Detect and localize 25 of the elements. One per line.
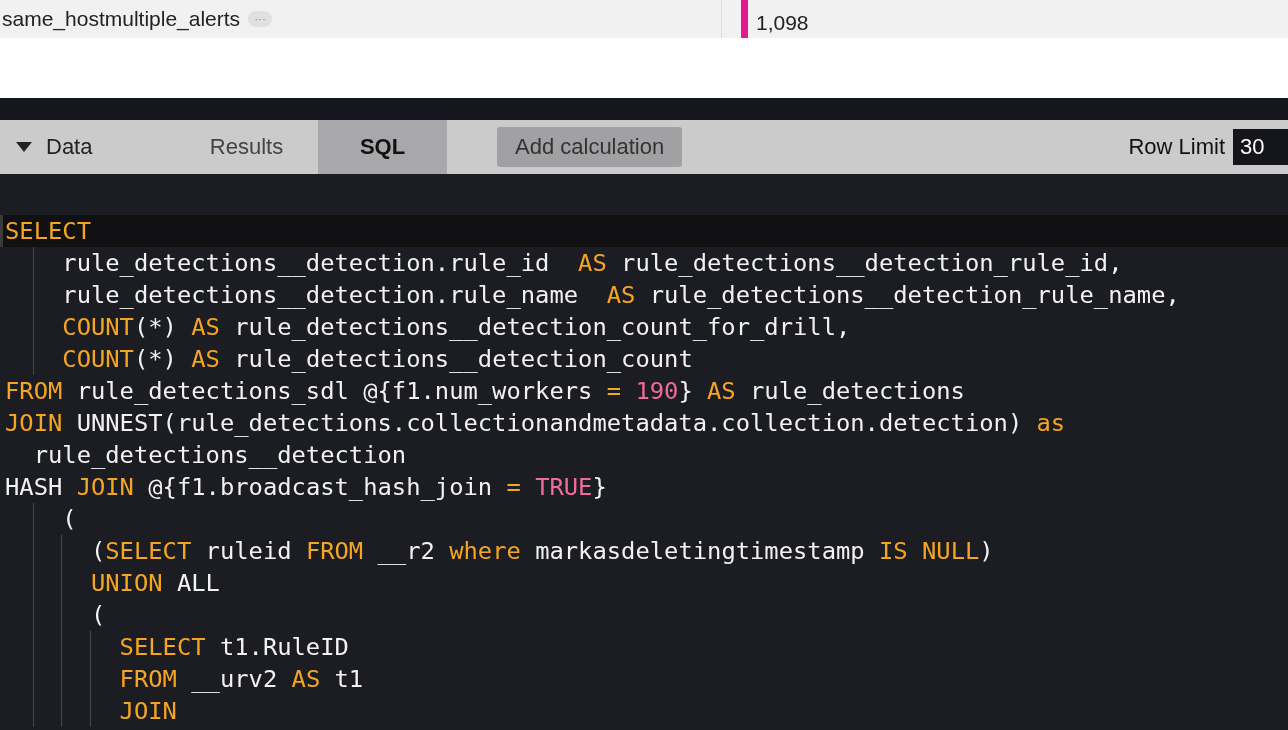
code-line: ( [3,503,1288,535]
measure-value: 1,098 [756,10,809,35]
code-line: SELECT t1.RuleID [3,631,1288,663]
caret-icon [16,142,32,152]
code-line: COUNT(*) AS rule_detections__detection_count_for_drill, [3,311,1288,343]
code-line: ( [3,599,1288,631]
row-limit-field[interactable]: 30 [1233,129,1288,165]
dimension-value: same_hostmultiple_alerts [2,7,241,31]
row-limit-label: Row Limit [1128,134,1225,160]
code-line: COUNT(*) AS rule_detections__detection_count [3,343,1288,375]
code-line: rule_detections__detection [32,440,408,471]
value-bar [741,0,748,38]
tab[interactable]: SQL [318,120,447,174]
code-line: JOIN UNNEST(rule_detections.collectionandmetadata.collection.detection) as [4,408,1067,439]
tab[interactable]: Results [175,120,318,174]
data-toggle[interactable]: Data [0,120,175,174]
code-line: FROM __urv2 AS t1 [3,663,1288,695]
code-line: FROM rule_detections_sdl @{f1.num_workers = 190} AS rule_detections [4,376,966,407]
add-calculation-button[interactable]: Add calculation [497,127,683,167]
code-line: (SELECT ruleid FROM __r2 where markasdeletingtimestamp IS NULL) [3,535,1288,567]
code-line: JOIN [3,695,1288,727]
code-line: UNION ALL [3,567,1288,599]
code-line: HASH JOIN @{f1.broadcast_hash_join = TRUE} [4,472,608,503]
code-line: rule_detections__detection.rule_id AS rule_detections__detection_rule_id, [3,247,1288,279]
code-line: rule_detections__detection.rule_name AS rule_detections__detection_rule_name, [3,279,1288,311]
